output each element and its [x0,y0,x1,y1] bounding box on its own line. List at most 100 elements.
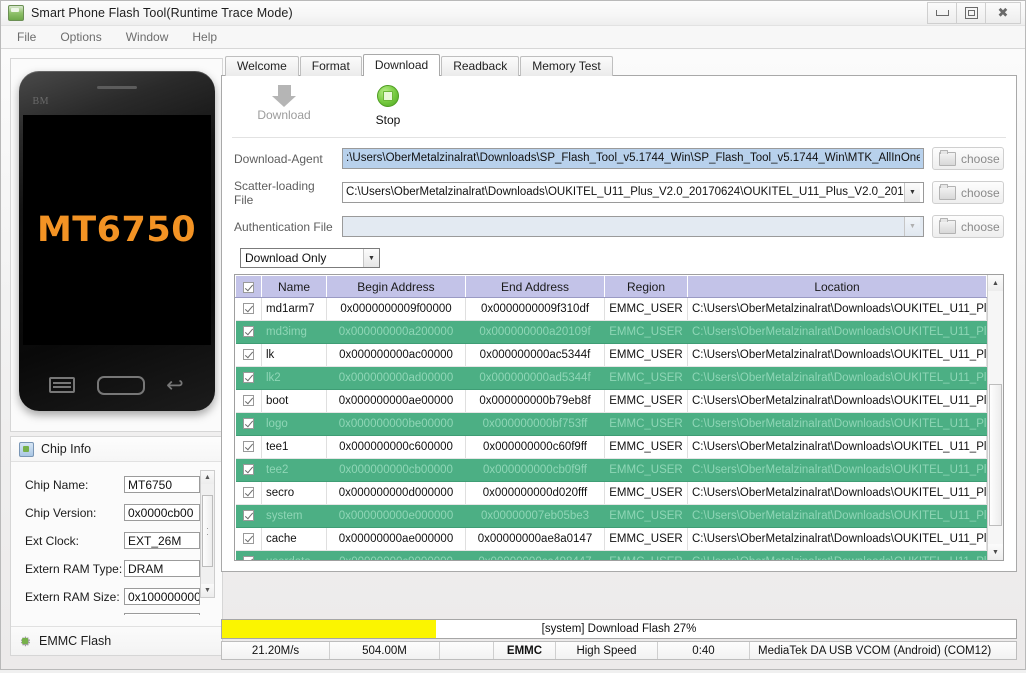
row-checkbox-cell[interactable] [235,504,262,528]
chevron-down-icon[interactable]: ▼ [363,249,379,267]
download-mode-select[interactable]: Download Only ▼ [240,248,380,268]
tab-readback[interactable]: Readback [441,56,520,76]
menu-window[interactable]: Window [114,28,181,46]
row-checkbox-cell[interactable] [235,458,262,482]
chip-info-header[interactable]: Chip Info [11,437,222,462]
table-row[interactable]: secro 0x000000000d000000 0x000000000d020ff… [235,481,987,505]
menu-file[interactable]: File [5,28,48,46]
extern-ram-size-value[interactable]: 0x100000000 [124,588,200,605]
chip-version-value[interactable]: 0x0000cb00 [124,504,200,521]
minimize-button[interactable] [927,2,957,24]
chip-name-value[interactable]: MT6750 [124,476,200,493]
checkbox-icon[interactable] [242,349,254,361]
checkbox-icon[interactable] [242,556,254,560]
auth-file-choose-button[interactable]: choose [932,215,1004,238]
maximize-button[interactable] [957,2,986,24]
auth-file-input[interactable]: ▼ [342,216,924,237]
chip-info-scroll-down-icon[interactable]: ▼ [201,584,214,597]
table-row[interactable]: md3img 0x000000000a200000 0x000000000a2010… [235,320,987,344]
menu-options[interactable]: Options [48,28,113,46]
table-row[interactable]: logo 0x000000000be00000 0x000000000bf753ff… [235,412,987,436]
chip-info-scroll-up-icon[interactable]: ▲ [201,471,214,484]
menu-help[interactable]: Help [180,28,229,46]
tab-download[interactable]: Download [362,54,441,76]
phone-illustration: BM MT6750 ↩ [18,71,215,411]
table-row[interactable]: md1arm7 0x0000000009f00000 0x0000000009f31… [235,297,987,321]
checkbox-icon[interactable] [242,372,254,384]
row-checkbox-cell[interactable] [235,389,262,413]
checkbox-icon[interactable] [242,441,254,453]
header-begin-address[interactable]: Begin Address [326,275,466,298]
table-scroll-up-icon[interactable]: ▲ [988,275,1003,291]
application-window: Smart Phone Flash Tool(Runtime Trace Mod… [0,0,1026,670]
download-agent-input[interactable]: :\Users\OberMetalzinalrat\Downloads\SP_F… [342,148,924,169]
partition-table: Name Begin Address End Address Region Lo… [234,274,1004,561]
close-icon: ✖ [997,5,1009,21]
table-row[interactable]: userdata0x00000000c90000000x00000000cc49… [235,550,987,560]
cell-end-address: 0x000000000ad5344f [465,366,605,390]
header-location[interactable]: Location [687,275,987,298]
table-scroll-down-icon[interactable]: ▼ [988,544,1003,560]
table-row[interactable]: system 0x000000000e000000 0x00000007eb05be… [235,504,987,528]
header-region[interactable]: Region [604,275,688,298]
cell-end-address: 0x00000000cc498447 [465,550,605,560]
row-checkbox-cell[interactable] [235,320,262,344]
cell-end-address: 0x00000007eb05be3 [465,504,605,528]
checkbox-icon[interactable] [242,395,254,407]
chevron-down-icon[interactable]: ▼ [904,217,920,236]
download-mode-value: Download Only [245,251,327,265]
checkbox-icon[interactable] [243,281,254,293]
table-scroll-thumb[interactable] [989,384,1002,526]
row-checkbox-cell[interactable] [235,412,262,436]
cell-name: userdata [261,550,327,560]
scatter-file-choose-button[interactable]: choose [932,181,1004,204]
checkbox-icon[interactable] [242,487,254,499]
header-name[interactable]: Name [261,275,327,298]
cell-region: EMMC_USER [604,412,688,436]
cell-begin-address: 0x0000000009f00000 [326,297,466,321]
row-checkbox-cell[interactable] [235,550,262,560]
row-checkbox-cell[interactable] [235,527,262,551]
row-checkbox-cell[interactable] [235,366,262,390]
chevron-down-icon[interactable]: ▼ [904,183,920,202]
tab-memory-test[interactable]: Memory Test [520,56,613,76]
ext-clock-value[interactable]: EXT_26M [124,532,200,549]
cell-name: boot [261,389,327,413]
close-button[interactable]: ✖ [986,2,1021,24]
row-checkbox-cell[interactable] [235,343,262,367]
row-checkbox-cell[interactable] [235,435,262,459]
table-row[interactable]: cache 0x00000000ae000000 0x00000000ae8a014… [235,527,987,551]
chip-info-scroll-thumb[interactable] [202,495,213,567]
status-speed-mode: High Speed [556,642,658,659]
tab-welcome[interactable]: Welcome [225,56,299,76]
header-end-address[interactable]: End Address [465,275,605,298]
download-button[interactable]: Download [232,82,336,122]
download-agent-row: Download-Agent :\Users\OberMetalzinalrat… [234,146,1004,171]
download-agent-choose-button[interactable]: choose [932,147,1004,170]
row-checkbox-cell[interactable] [235,297,262,321]
checkbox-icon[interactable] [242,303,254,315]
header-select-all[interactable] [235,275,262,298]
checkbox-icon[interactable] [242,533,254,545]
table-row[interactable]: tee1 0x000000000c600000 0x000000000c60f9ff… [235,435,987,459]
checkbox-icon[interactable] [242,418,254,430]
table-row[interactable]: tee2 0x000000000cb00000 0x000000000cb0f9ff… [235,458,987,482]
emmc-flash-header[interactable]: ⚙ EMMC Flash [11,626,222,655]
partition-table-scrollbar[interactable]: ▲ ▼ [987,275,1003,560]
cell-begin-address: 0x000000000ac00000 [326,343,466,367]
table-row[interactable]: lk2 0x000000000ad00000 0x000000000ad5344f E… [235,366,987,390]
partition-table-body: Name Begin Address End Address Region Lo… [235,275,987,560]
cell-location: C:\Users\OberMetalzinalrat\Downloads\OUK… [687,389,987,413]
main-content: BM MT6750 ↩ Chip Info Chip Name: MT6750 … [1,49,1025,673]
extern-ram-type-value[interactable]: DRAM [124,560,200,577]
table-row[interactable]: lk 0x000000000ac00000 0x000000000ac5344f EM… [235,343,987,367]
checkbox-icon[interactable] [242,464,254,476]
tab-format[interactable]: Format [299,56,362,76]
scatter-file-input[interactable]: C:\Users\OberMetalzinalrat\Downloads\OUK… [342,182,924,203]
checkbox-icon[interactable] [242,510,254,522]
stop-button[interactable]: Stop [336,82,440,127]
checkbox-icon[interactable] [242,326,254,338]
chip-info-scrollbar[interactable]: ▲ ▼ [200,470,215,598]
row-checkbox-cell[interactable] [235,481,262,505]
table-row[interactable]: boot 0x000000000ae00000 0x000000000b79eb8f… [235,389,987,413]
